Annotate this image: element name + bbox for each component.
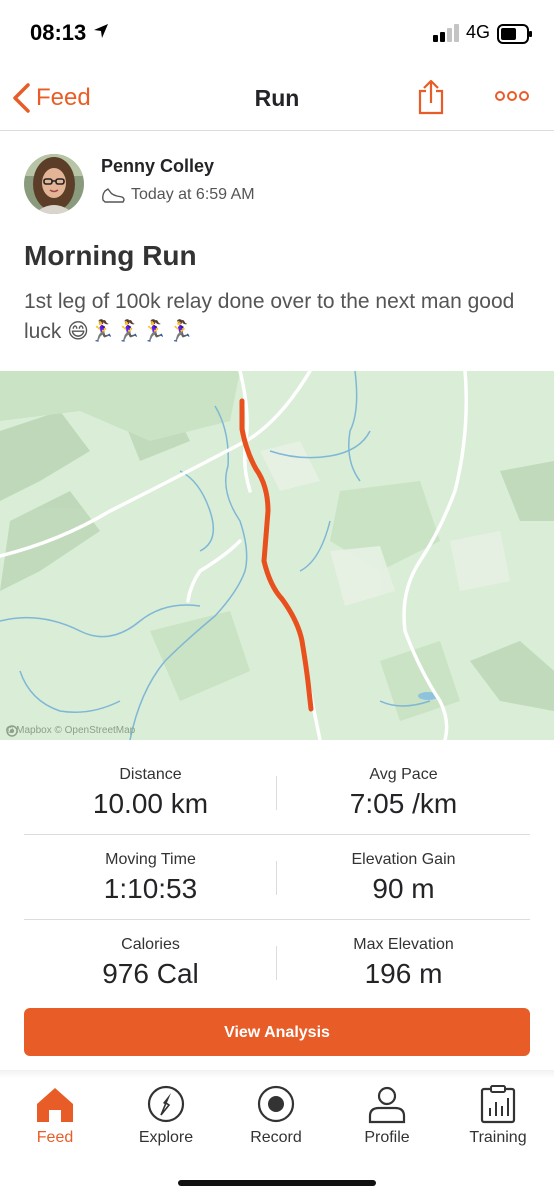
tab-bar: Feed Explore Record Profile Training: [0, 1078, 554, 1168]
more-options-icon[interactable]: [494, 89, 530, 103]
avatar-image: [24, 154, 84, 214]
status-bar: 08:13 4G: [0, 0, 554, 70]
training-icon: [480, 1085, 516, 1124]
stats-row: Moving Time 1:10:53 Elevation Gain 90 m: [24, 835, 530, 920]
stat-value: 976 Cal: [102, 958, 199, 989]
stat-label: Avg Pace: [369, 766, 438, 783]
tab-label: Training: [469, 1129, 527, 1146]
location-arrow-icon: [94, 24, 108, 38]
athlete-name[interactable]: Penny Colley: [101, 156, 214, 177]
route-map[interactable]: © Mapbox © OpenStreetMap: [0, 371, 554, 740]
record-icon: [257, 1085, 295, 1123]
stat-label: Max Elevation: [353, 936, 454, 953]
tab-record[interactable]: Record: [221, 1078, 331, 1158]
tab-feed[interactable]: Feed: [0, 1078, 110, 1158]
stat-distance: Distance 10.00 km: [24, 750, 277, 820]
tab-label: Record: [250, 1129, 302, 1146]
home-indicator: [178, 1180, 376, 1186]
stat-avg-pace: Avg Pace 7:05 /km: [277, 750, 530, 820]
mapbox-logo-icon: [6, 725, 18, 737]
stat-value: 1:10:53: [103, 873, 198, 904]
attribution-text: © Mapbox © OpenStreetMap: [6, 725, 136, 736]
tab-label: Feed: [36, 1129, 74, 1146]
navigation-bar: Feed Run: [0, 70, 554, 131]
share-icon[interactable]: [417, 79, 445, 115]
tab-bar-shadow: [0, 1070, 554, 1078]
stat-label: Distance: [119, 766, 182, 783]
compass-icon: [147, 1085, 185, 1123]
activity-description: 1st leg of 100k relay done over to the n…: [24, 290, 515, 343]
stats-grid: Distance 10.00 km Avg Pace 7:05 /km Movi…: [24, 750, 530, 1004]
stats-row: Calories 976 Cal Max Elevation 196 m: [24, 920, 530, 1004]
tab-explore[interactable]: Explore: [111, 1078, 221, 1158]
home-icon: [37, 1088, 73, 1122]
view-analysis-button[interactable]: View Analysis: [24, 1008, 530, 1056]
tab-profile[interactable]: Profile: [332, 1078, 442, 1158]
activity-meta: Today at 6:59 AM: [101, 186, 255, 204]
stat-label: Elevation Gain: [351, 851, 456, 868]
stat-calories: Calories 976 Cal: [24, 920, 277, 990]
tab-training[interactable]: Training: [443, 1078, 553, 1158]
activity-title: Morning Run: [24, 240, 197, 271]
network-label: 4G: [466, 22, 491, 42]
stat-moving-time: Moving Time 1:10:53: [24, 835, 277, 905]
tab-label: Profile: [364, 1129, 410, 1146]
map-attribution: © Mapbox © OpenStreetMap: [6, 725, 136, 737]
stat-label: Calories: [121, 936, 180, 953]
stat-label: Moving Time: [105, 851, 196, 868]
signal-bars-icon: [433, 24, 459, 42]
stat-value: 90 m: [372, 873, 435, 904]
stat-value: 10.00 km: [92, 788, 209, 819]
status-time: 08:13: [30, 20, 87, 45]
stat-elevation-gain: Elevation Gain 90 m: [277, 835, 530, 905]
avatar[interactable]: [24, 154, 84, 214]
stats-row: Distance 10.00 km Avg Pace 7:05 /km: [24, 750, 530, 835]
map-canvas: [0, 371, 554, 740]
tab-label: Explore: [138, 1129, 194, 1146]
stat-max-elevation: Max Elevation 196 m: [277, 920, 530, 990]
stat-value: 196 m: [364, 958, 443, 989]
profile-icon: [368, 1086, 406, 1124]
shoe-icon: [102, 188, 125, 203]
stat-value: 7:05 /km: [349, 788, 458, 819]
battery-icon: [497, 24, 532, 44]
activity-timestamp: Today at 6:59 AM: [131, 186, 255, 203]
page-title: Run: [254, 85, 300, 111]
